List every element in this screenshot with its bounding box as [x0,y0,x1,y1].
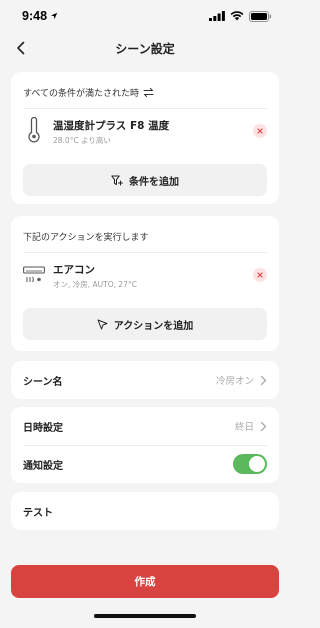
status-bar: 9:48 [0,0,290,32]
back-button[interactable] [10,37,32,59]
chevron-left-icon [17,41,25,55]
test-card: テスト [11,492,279,530]
divider [23,252,267,253]
schedule-row[interactable]: 日時設定 終日 [11,407,279,445]
chevron-right-icon [260,421,267,431]
actions-header: 下記のアクションを実行します [23,230,149,243]
add-action-button[interactable]: アクションを追加 [23,308,267,340]
add-condition-label: 条件を追加 [129,176,179,188]
home-indicator [94,614,196,618]
actions-header-text: 下記のアクションを実行します [23,233,149,243]
add-condition-button[interactable]: 条件を追加 [23,164,267,196]
test-row[interactable]: テスト [11,492,279,530]
notification-label: 通知設定 [23,460,63,472]
schedule-card: 日時設定 終日 通知設定 [11,407,279,483]
notification-row: 通知設定 [11,445,279,483]
add-action-label: アクションを追加 [113,320,194,332]
test-label: テスト [23,507,53,519]
status-time-text: 9:48 [22,9,48,23]
wifi-icon [230,11,244,21]
close-icon [257,272,263,278]
conditions-header-text: すべての条件が満たされた時 [23,89,140,99]
delete-condition-button[interactable] [253,124,267,138]
action-subtitle: オン, 冷房, AUTO, 27°C [53,280,137,289]
cellular-signal-icon [209,11,225,21]
scene-name-row[interactable]: シーン名 冷房オン [11,361,279,399]
air-conditioner-icon [23,261,45,289]
action-title: エアコン [53,264,95,276]
conditions-header: すべての条件が満たされた時 [23,86,154,99]
divider [23,108,267,109]
schedule-value: 終日 [234,422,254,433]
location-arrow-icon [50,12,58,20]
condition-subtitle: 28.0°C より高い [53,136,111,145]
thermometer-icon [23,116,45,144]
conditions-card: すべての条件が満たされた時 温湿度計プラス F8 温度 28.0°C より高い … [11,72,279,204]
actions-card: 下記のアクションを実行します エアコン オン, 冷房, AUTO, 27°C ア… [11,216,279,351]
filter-plus-icon [111,175,123,185]
page-title: シーン設定 [115,41,175,56]
swap-icon[interactable] [143,88,154,97]
notification-toggle[interactable] [233,454,267,474]
scene-name-label: シーン名 [23,376,63,388]
status-icons [209,10,272,22]
scene-name-card: シーン名 冷房オン [11,361,279,399]
create-button[interactable]: 作成 [11,565,279,598]
schedule-label: 日時設定 [23,422,63,434]
delete-action-button[interactable] [253,268,267,282]
chevron-right-icon [260,375,267,385]
status-time: 9:48 [22,9,58,23]
toggle-knob [249,456,265,472]
cursor-arrow-icon [97,319,108,329]
nav-bar: シーン設定 [0,34,290,62]
battery-icon [249,10,272,22]
condition-title: 温湿度計プラス F8 温度 [53,120,170,132]
close-icon [257,128,263,134]
scene-name-value: 冷房オン [215,376,254,387]
